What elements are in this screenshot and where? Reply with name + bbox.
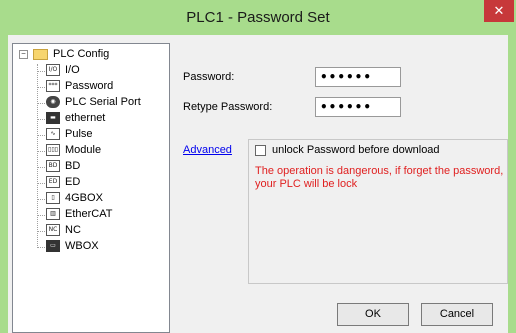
module-icon: ▯▯▯ bbox=[46, 144, 60, 156]
tree-item-io[interactable]: I/O I/O bbox=[37, 64, 167, 78]
tree-item-label: Pulse bbox=[65, 128, 93, 140]
tree-item-label: I/O bbox=[65, 64, 80, 76]
tree-item-ethercat[interactable]: ▥ EtherCAT bbox=[37, 208, 167, 222]
password-label: Password: bbox=[183, 71, 235, 83]
collapse-icon[interactable]: − bbox=[19, 50, 28, 59]
ok-button[interactable]: OK bbox=[337, 303, 409, 326]
config-tree[interactable]: − PLC Config I/O I/O *** Password ◉ PLC … bbox=[12, 43, 170, 333]
tree-item-nc[interactable]: NC NC bbox=[37, 224, 167, 238]
nc-icon: NC bbox=[46, 224, 60, 236]
close-button[interactable]: ✕ bbox=[484, 0, 514, 22]
tree-item-ed[interactable]: ED ED bbox=[37, 176, 167, 190]
ethernet-icon: ▬ bbox=[46, 112, 60, 124]
tree-item-label: WBOX bbox=[65, 240, 99, 252]
io-icon: I/O bbox=[46, 64, 60, 76]
tree-item-label: EtherCAT bbox=[65, 208, 113, 220]
4gbox-icon: ▯ bbox=[46, 192, 60, 204]
password-field[interactable]: •••••• bbox=[315, 67, 401, 87]
bd-icon: BD bbox=[46, 160, 60, 172]
ethercat-icon: ▥ bbox=[46, 208, 60, 220]
tree-item-wbox[interactable]: ▭ WBOX bbox=[37, 240, 167, 254]
tree-item-bd[interactable]: BD BD bbox=[37, 160, 167, 174]
tree-item-label: Password bbox=[65, 80, 114, 92]
retype-password-field[interactable]: •••••• bbox=[315, 97, 401, 117]
wbox-icon: ▭ bbox=[46, 240, 60, 252]
tree-item-label: NC bbox=[65, 224, 81, 236]
advanced-link[interactable]: Advanced bbox=[183, 144, 232, 156]
tree-item-label: BD bbox=[65, 160, 81, 172]
tree-item-label: ED bbox=[65, 176, 81, 188]
cancel-button[interactable]: Cancel bbox=[421, 303, 493, 326]
serial-port-icon: ◉ bbox=[46, 96, 60, 108]
tree-item-password[interactable]: *** Password bbox=[37, 80, 167, 94]
pulse-icon: ∿ bbox=[46, 128, 60, 140]
unlock-password-checkbox[interactable] bbox=[255, 145, 266, 156]
folder-icon bbox=[33, 49, 48, 60]
close-icon: ✕ bbox=[493, 3, 505, 18]
tree-item-label: ethernet bbox=[65, 112, 106, 124]
tree-item-pulse[interactable]: ∿ Pulse bbox=[37, 128, 167, 142]
tree-item-label: PLC Serial Port bbox=[65, 96, 141, 108]
tree-item-4gbox[interactable]: ▯ 4GBOX bbox=[37, 192, 167, 206]
tree-item-plc-serial-port[interactable]: ◉ PLC Serial Port bbox=[37, 96, 167, 110]
tree-root-label: PLC Config bbox=[53, 48, 110, 60]
window-frame-left bbox=[0, 35, 8, 333]
tree-item-label: 4GBOX bbox=[65, 192, 103, 204]
advanced-panel bbox=[248, 139, 508, 284]
window-title: PLC1 - Password Set bbox=[186, 9, 330, 26]
title-bar[interactable]: PLC1 - Password Set ✕ bbox=[0, 0, 516, 35]
password-icon: *** bbox=[46, 80, 60, 92]
ed-icon: ED bbox=[46, 176, 60, 188]
tree-item-module[interactable]: ▯▯▯ Module bbox=[37, 144, 167, 158]
warning-message: The operation is dangerous, if forget th… bbox=[255, 165, 504, 190]
window-frame-right bbox=[508, 35, 516, 333]
tree-item-ethernet[interactable]: ▬ ethernet bbox=[37, 112, 167, 126]
retype-password-label: Retype Password: bbox=[183, 101, 273, 113]
unlock-password-label[interactable]: unlock Password before download bbox=[272, 144, 440, 156]
tree-item-label: Module bbox=[65, 144, 102, 156]
